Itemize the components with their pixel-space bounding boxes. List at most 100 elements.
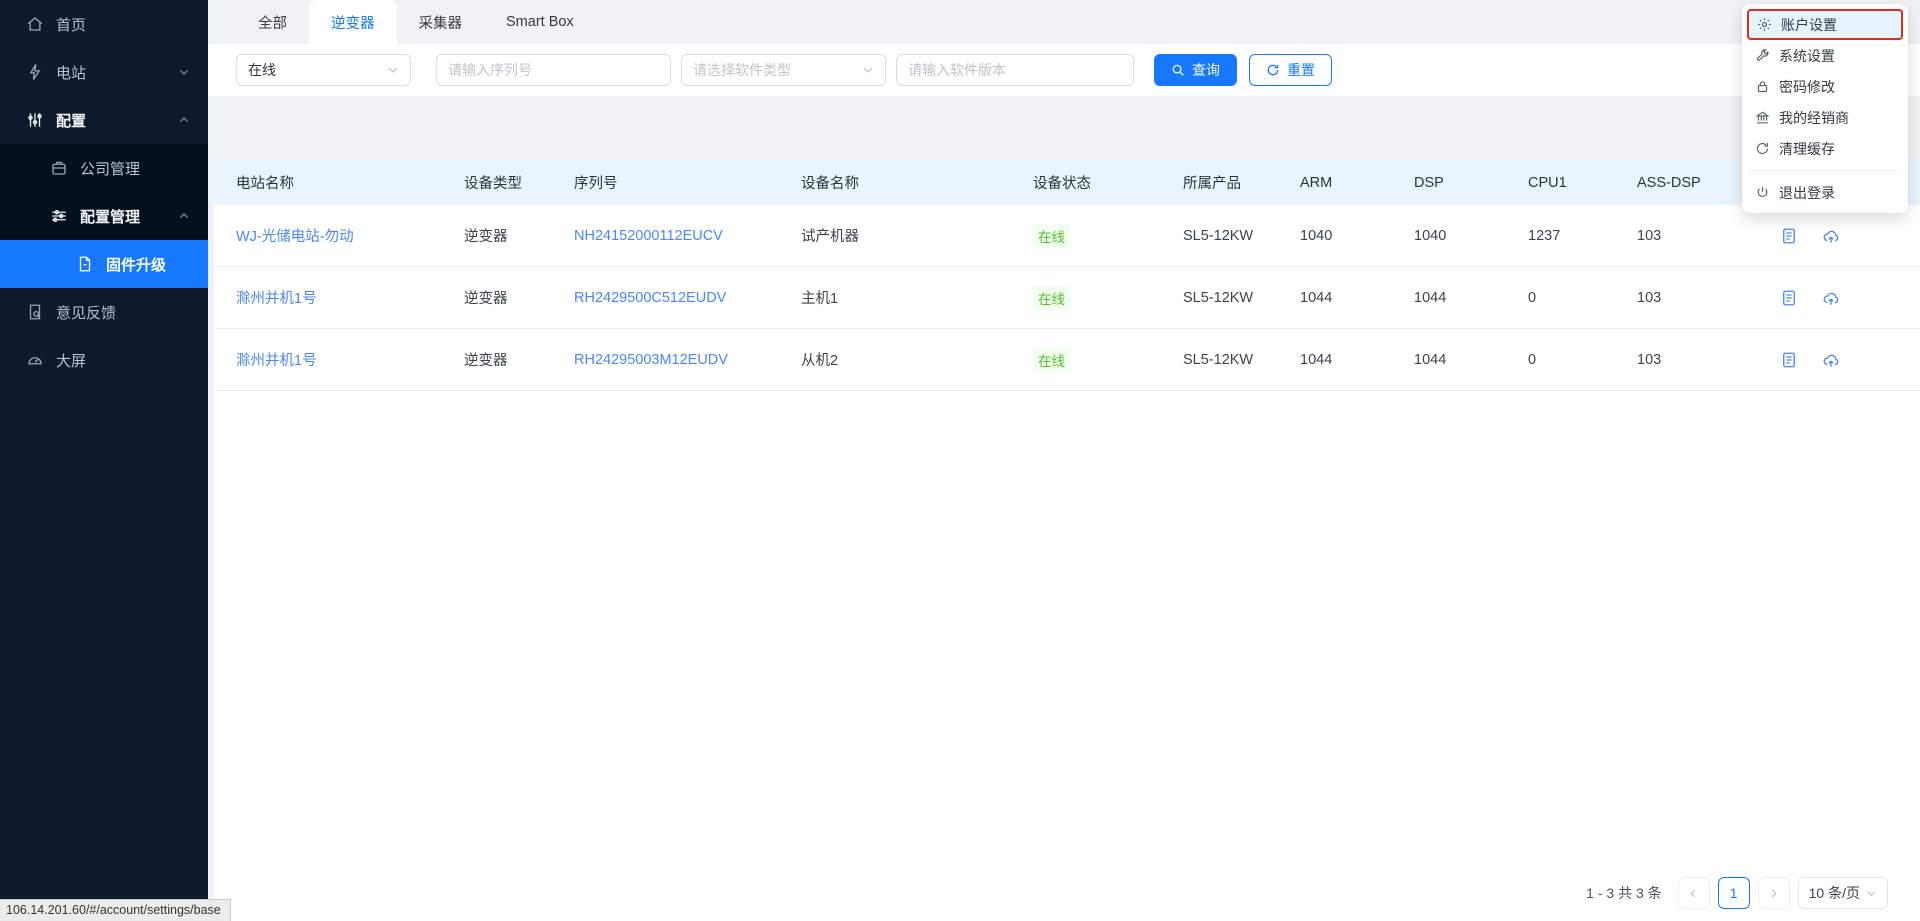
- sidebar-item-label: 配置: [56, 110, 86, 131]
- status-select-value: 在线: [248, 60, 276, 80]
- software-type-placeholder: 请选择软件类型: [693, 60, 791, 80]
- serial-link[interactable]: NH24152000112EUCV: [574, 228, 801, 244]
- tab-all[interactable]: 全部: [236, 0, 309, 44]
- query-button[interactable]: 查询: [1154, 54, 1237, 86]
- filter-bar: 在线 请选择软件类型 查询: [208, 44, 1920, 96]
- station-link[interactable]: 滁州并机1号: [236, 287, 464, 308]
- sidebar-item-station[interactable]: 电站: [0, 48, 208, 96]
- log-document-icon[interactable]: [1780, 351, 1798, 369]
- cloud-upload-icon[interactable]: [1822, 289, 1840, 307]
- log-document-icon[interactable]: [1780, 289, 1798, 307]
- sidebar-item-label: 固件升级: [106, 254, 166, 275]
- tab-inverter[interactable]: 逆变器: [309, 0, 397, 44]
- device-name-cell: 主机1: [801, 287, 1033, 308]
- cpu1-cell: 0: [1528, 290, 1637, 306]
- menu-item-clear-cache[interactable]: 清理缓存: [1747, 133, 1903, 164]
- software-type-select[interactable]: 请选择软件类型: [681, 54, 886, 86]
- log-document-icon[interactable]: [1780, 227, 1798, 245]
- station-link[interactable]: 滁州并机1号: [236, 349, 464, 370]
- tab-label: 采集器: [419, 12, 463, 33]
- menu-item-my-dealer[interactable]: 我的经销商: [1747, 102, 1903, 133]
- logout-power-icon: [1755, 185, 1770, 200]
- page-size-value: 10 条/页: [1809, 883, 1860, 903]
- col-header-serial: 序列号: [574, 172, 801, 193]
- col-header-dsp: DSP: [1414, 175, 1528, 191]
- menu-item-change-password[interactable]: 密码修改: [1747, 71, 1903, 102]
- sidebar-item-label: 意见反馈: [56, 302, 116, 323]
- sidebar-item-config[interactable]: 配置: [0, 96, 208, 144]
- product-cell: SL5-12KW: [1183, 352, 1300, 368]
- tab-smartbox[interactable]: Smart Box: [484, 0, 596, 44]
- col-header-arm: ARM: [1300, 175, 1414, 191]
- menu-item-system-settings[interactable]: 系统设置: [1747, 40, 1903, 71]
- station-link[interactable]: WJ-光储电站-勿动: [236, 225, 464, 246]
- reset-button[interactable]: 重置: [1249, 54, 1332, 86]
- cpu1-cell: 1237: [1528, 228, 1637, 244]
- query-button-label: 查询: [1192, 60, 1220, 80]
- pagination-summary: 1 - 3 共 3 条: [1586, 883, 1661, 903]
- arm-cell: 1044: [1300, 290, 1414, 306]
- wrench-icon: [1755, 48, 1770, 63]
- app-window: 首页 电站 配置 公司管理: [0, 0, 1920, 921]
- device-type-cell: 逆变器: [464, 225, 574, 246]
- firmware-table: 电站名称 设备类型 序列号 设备名称 设备状态 所属产品 ARM DSP CPU…: [214, 160, 1920, 921]
- row-actions: [1776, 351, 1920, 369]
- arm-cell: 1044: [1300, 352, 1414, 368]
- version-input-wrap: [896, 54, 1134, 86]
- pagination: 1 - 3 共 3 条 1 10 条/页: [1586, 877, 1888, 909]
- version-input[interactable]: [897, 55, 1133, 85]
- cloud-upload-icon[interactable]: [1822, 351, 1840, 369]
- table-header-row: 电站名称 设备类型 序列号 设备名称 设备状态 所属产品 ARM DSP CPU…: [214, 160, 1920, 205]
- sidebar-item-bigscreen[interactable]: 大屏: [0, 336, 208, 384]
- row-actions: [1776, 289, 1920, 307]
- menu-item-account-settings[interactable]: 账户设置: [1747, 9, 1903, 40]
- sidebar-item-home[interactable]: 首页: [0, 0, 208, 48]
- briefcase-icon: [50, 159, 68, 177]
- reset-button-label: 重置: [1287, 60, 1315, 80]
- sidebar-item-config-mgmt[interactable]: 配置管理: [0, 192, 208, 240]
- menu-item-label: 系统设置: [1779, 46, 1835, 66]
- sidebar-item-feedback[interactable]: 意见反馈: [0, 288, 208, 336]
- prev-page-button[interactable]: [1678, 877, 1710, 909]
- col-header-cpu1: CPU1: [1528, 175, 1637, 191]
- refresh-icon: [1266, 63, 1280, 77]
- sidebar-item-label: 公司管理: [80, 158, 140, 179]
- serial-input[interactable]: [437, 55, 670, 85]
- next-page-button[interactable]: [1758, 877, 1790, 909]
- menu-item-logout[interactable]: 退出登录: [1747, 177, 1903, 208]
- col-header-product: 所属产品: [1183, 172, 1300, 193]
- cloud-upload-icon[interactable]: [1822, 227, 1840, 245]
- status-badge: 在线: [1033, 224, 1070, 248]
- home-icon: [26, 15, 44, 33]
- serial-link[interactable]: RH24295003M12EUDV: [574, 352, 801, 368]
- gear-icon: [1757, 17, 1772, 32]
- assdsp-cell: 103: [1637, 290, 1776, 306]
- sliders-horizontal-icon: [50, 207, 68, 225]
- sidebar-item-label: 配置管理: [80, 206, 140, 227]
- table-row: 滁州并机1号 逆变器 RH2429500C512EUDV 主机1 在线 SL5-…: [214, 267, 1920, 329]
- tab-label: 逆变器: [331, 12, 375, 33]
- feedback-icon: [26, 303, 44, 321]
- status-cell: 在线: [1033, 348, 1183, 372]
- page-size-select[interactable]: 10 条/页: [1798, 877, 1888, 909]
- status-select[interactable]: 在线: [236, 54, 411, 86]
- device-name-cell: 试产机器: [801, 225, 1033, 246]
- chevron-down-icon: [178, 66, 190, 78]
- sidebar-item-company-mgmt[interactable]: 公司管理: [0, 144, 208, 192]
- menu-item-label: 密码修改: [1779, 77, 1835, 97]
- status-badge: 在线: [1033, 348, 1070, 372]
- chevron-up-icon: [178, 210, 190, 222]
- row-actions: [1776, 227, 1920, 245]
- tab-label: Smart Box: [506, 14, 574, 30]
- refresh-icon: [1755, 141, 1770, 156]
- tab-collector[interactable]: 采集器: [397, 0, 485, 44]
- chevron-up-icon: [178, 114, 190, 126]
- chevron-down-icon: [1866, 888, 1877, 899]
- sidebar-item-firmware-upgrade[interactable]: 固件升级: [0, 240, 208, 288]
- product-cell: SL5-12KW: [1183, 228, 1300, 244]
- sidebar-submenu-config: 公司管理 配置管理 固件升级: [0, 144, 208, 288]
- current-page-button[interactable]: 1: [1718, 877, 1750, 909]
- serial-link[interactable]: RH2429500C512EUDV: [574, 290, 801, 306]
- menu-item-label: 我的经销商: [1779, 108, 1849, 128]
- chevron-down-icon: [862, 64, 874, 76]
